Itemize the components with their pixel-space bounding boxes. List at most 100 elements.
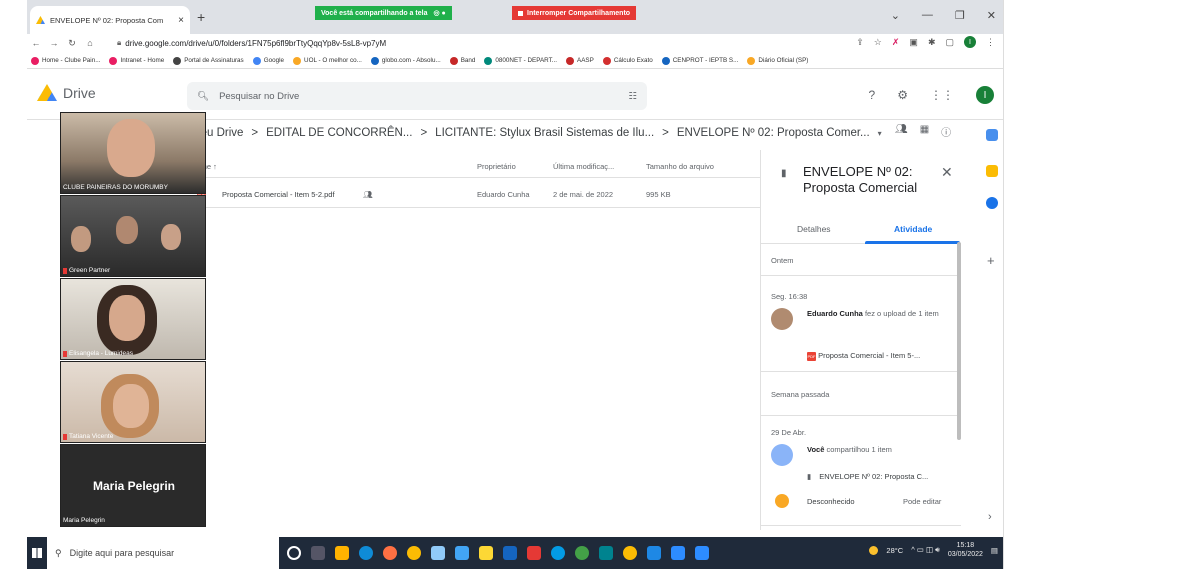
col-owner[interactable]: Proprietário: [477, 162, 516, 171]
outlook-icon[interactable]: [503, 546, 517, 560]
breadcrumb-item[interactable]: LICITANTE: Stylux Brasil Sistemas de Ilu…: [435, 127, 654, 139]
close-tab-icon[interactable]: ×: [178, 15, 184, 26]
activity-folder-2[interactable]: ▮ ENVELOPE Nº 02: Proposta C...: [807, 471, 928, 482]
drive-logo[interactable]: Drive: [37, 84, 96, 101]
chrome-icon[interactable]: [623, 546, 637, 560]
app-icon[interactable]: [527, 546, 541, 560]
add-addon-icon[interactable]: +: [987, 253, 995, 268]
home-icon[interactable]: ⌂: [81, 38, 99, 48]
col-modified[interactable]: Última modificaç...: [553, 162, 614, 171]
bookmark-item[interactable]: Google: [252, 56, 284, 65]
search-box[interactable]: 🔍︎ Pesquisar no Drive ☷: [187, 82, 647, 110]
tab-details[interactable]: Detalhes: [797, 224, 831, 234]
video-tile[interactable]: Maria Pelegrin Maria Pelegrin: [60, 444, 206, 527]
task-view-icon[interactable]: [311, 546, 325, 560]
puzzle-icon[interactable]: ✱: [928, 37, 936, 48]
bookmark-item[interactable]: CENPROT - IEPTB S...: [661, 56, 738, 65]
mic-muted-icon: [63, 267, 67, 274]
search-options-icon[interactable]: ☷: [628, 91, 637, 102]
weather-icon: [869, 545, 879, 555]
tab-list-icon[interactable]: ⌄: [891, 9, 900, 22]
skype-icon[interactable]: [551, 546, 565, 560]
shared-icon: 👥︎: [363, 190, 373, 199]
activity-file-1[interactable]: PDF Proposta Comercial - Item 5-...: [807, 350, 920, 361]
user-avatar[interactable]: I: [976, 86, 994, 104]
video-tile[interactable]: Elisangela - Lumideas: [60, 278, 206, 360]
expand-panel-icon[interactable]: ›: [988, 511, 992, 523]
video-tile[interactable]: Green Partner: [60, 195, 206, 277]
video-tile[interactable]: CLUBE PAINEIRAS DO MORUMBY: [60, 112, 206, 194]
close-window-icon[interactable]: ✕: [987, 9, 996, 22]
taskbar-search[interactable]: ⚲ Digite aqui para pesquisar: [47, 537, 279, 569]
browser-tab[interactable]: ENVELOPE Nº 02: Proposta Com ×: [30, 6, 190, 34]
url-text: drive.google.com/drive/u/0/folders/1FN75…: [125, 38, 387, 48]
app-icon[interactable]: [479, 546, 493, 560]
zoom-icon[interactable]: [695, 546, 709, 560]
bookmark-item[interactable]: 0800NET - DEPART...: [484, 56, 558, 65]
whatsapp-icon[interactable]: [575, 546, 589, 560]
video-tile[interactable]: Tatiana Vicente: [60, 361, 206, 443]
edge-icon[interactable]: [359, 546, 373, 560]
notification-icon[interactable]: ▤: [991, 546, 998, 555]
breadcrumb-dropdown-icon[interactable]: ▾: [878, 129, 882, 138]
chrome-icon[interactable]: [407, 546, 421, 560]
new-tab-button[interactable]: +: [197, 9, 205, 25]
file-row[interactable]: PDF Proposta Comercial - Item 5-2.pdf 👥︎…: [191, 180, 771, 208]
apps-grid-icon[interactable]: ⋮⋮: [930, 88, 954, 102]
bookmark-item[interactable]: Cálculo Exato: [602, 56, 653, 65]
windows-start-icon[interactable]: [32, 548, 42, 558]
col-size[interactable]: Tamanho do arquivo: [646, 162, 714, 171]
bookmark-item[interactable]: Intranet - Home: [109, 56, 164, 65]
app-icon[interactable]: [431, 546, 445, 560]
clock-time: 15:18: [956, 542, 975, 549]
back-icon[interactable]: ←: [27, 38, 45, 48]
folder-icon: ▮: [781, 168, 787, 179]
bookmark-star-icon[interactable]: ☆: [874, 37, 882, 48]
stop-sharing-button[interactable]: Interromper Compartilhamento: [512, 6, 637, 20]
bookmark-label: UOL - O melhor co...: [304, 57, 362, 64]
minimize-icon[interactable]: —: [922, 9, 933, 22]
bookmark-item[interactable]: Diário Oficial (SP): [747, 56, 808, 65]
extension2-icon[interactable]: ▣: [909, 37, 918, 48]
app-icon[interactable]: [599, 546, 613, 560]
share-banner-text: Você está compartilhando a tela: [321, 9, 428, 17]
file-list-header: Nome ↑ Proprietário Última modificaç... …: [191, 158, 771, 178]
bookmark-item[interactable]: UOL - O melhor co...: [293, 56, 362, 65]
bookmark-favicon-icon: [484, 56, 493, 65]
grid-view-icon[interactable]: ▦: [920, 124, 929, 139]
reload-icon[interactable]: ↻: [63, 38, 81, 49]
help-icon[interactable]: ?: [869, 88, 876, 102]
calendar-icon[interactable]: [986, 129, 998, 141]
restore-icon[interactable]: ❐: [955, 9, 965, 22]
firefox-icon[interactable]: [383, 546, 397, 560]
breadcrumb-item[interactable]: EDITAL DE CONCORRÊN...: [266, 127, 412, 139]
bookmark-item[interactable]: Portal de Assinaturas: [173, 56, 244, 65]
info-icon[interactable]: ⓘ: [941, 124, 951, 139]
share-page-icon[interactable]: ⇪: [856, 37, 864, 48]
tab-activity[interactable]: Atividade: [894, 224, 932, 234]
keep-icon[interactable]: [986, 165, 998, 177]
profile-avatar[interactable]: I: [964, 36, 976, 48]
download-icon[interactable]: [455, 546, 469, 560]
extension-icon[interactable]: ✗: [892, 37, 900, 48]
sidepanel-icon[interactable]: ▢: [945, 37, 954, 48]
bookmark-label: 0800NET - DEPART...: [495, 57, 558, 64]
shared-people-icon[interactable]: 👥︎: [895, 124, 908, 139]
tray-icons[interactable]: ^ ▭ ◫ 🔊︎: [911, 545, 940, 555]
word-icon[interactable]: [647, 546, 661, 560]
panel-scrollbar[interactable]: [957, 242, 961, 440]
bookmark-item[interactable]: globo.com - Absolu...: [370, 56, 441, 65]
breadcrumb-item[interactable]: ENVELOPE Nº 02: Proposta Comer...: [677, 127, 870, 139]
file-explorer-icon[interactable]: [335, 546, 349, 560]
close-panel-icon[interactable]: ✕: [941, 164, 953, 181]
cortana-icon[interactable]: [287, 546, 301, 560]
zoom-icon[interactable]: [671, 546, 685, 560]
tasks-icon[interactable]: [986, 197, 998, 209]
bookmark-item[interactable]: AASP: [566, 56, 594, 65]
menu-dots-icon[interactable]: ⋮: [986, 37, 995, 48]
bookmark-item[interactable]: Band: [449, 56, 475, 65]
clock[interactable]: 15:18 03/05/2022: [948, 541, 983, 559]
forward-icon[interactable]: →: [45, 38, 63, 48]
settings-gear-icon[interactable]: ⚙: [897, 88, 908, 102]
bookmark-item[interactable]: Home - Clube Pain...: [31, 56, 100, 65]
